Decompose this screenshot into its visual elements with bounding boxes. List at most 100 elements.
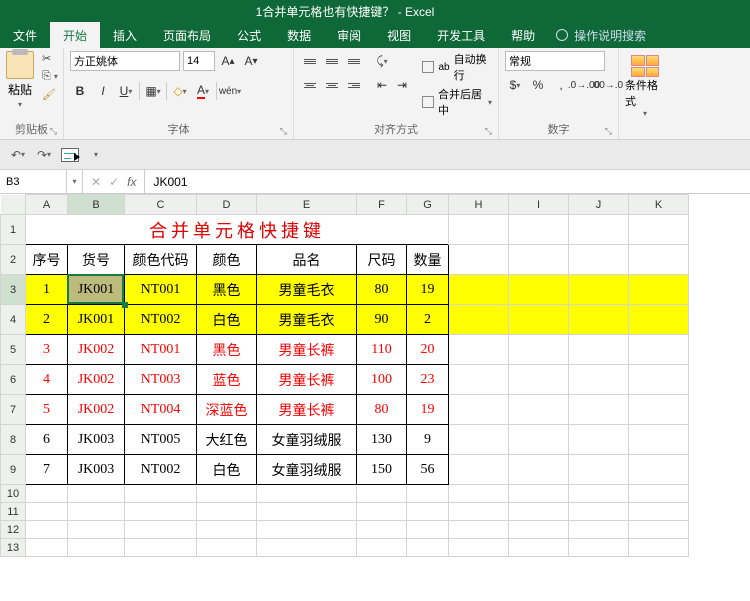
cell[interactable]: 男童毛衣 (257, 305, 357, 335)
col-header-A[interactable]: A (26, 195, 68, 215)
shrink-font-button[interactable]: A▾ (241, 51, 261, 71)
percent-button[interactable]: % (528, 75, 548, 95)
increase-indent-button[interactable]: ⇥ (392, 75, 412, 95)
cell[interactable]: 3 (26, 335, 68, 365)
tab-开发工具[interactable]: 开发工具 (424, 22, 498, 48)
row-header-8[interactable]: 8 (1, 425, 26, 455)
cell[interactable] (197, 503, 257, 521)
cell[interactable]: NT002 (125, 455, 197, 485)
row-header-3[interactable]: 3 (1, 275, 26, 305)
select-all-corner[interactable] (1, 195, 26, 215)
copy-button[interactable]: ⎘▾ (38, 69, 62, 84)
table-header[interactable]: 尺码 (357, 245, 407, 275)
fx-icon[interactable]: fx (127, 175, 136, 189)
align-center-button[interactable] (322, 75, 342, 95)
cell[interactable] (449, 521, 509, 539)
cell[interactable] (509, 521, 569, 539)
bold-button[interactable]: B (70, 81, 90, 101)
cell[interactable] (569, 485, 629, 503)
cell[interactable]: 7 (26, 455, 68, 485)
cell[interactable] (68, 539, 125, 557)
cancel-icon[interactable]: ✕ (91, 175, 101, 189)
row-header-9[interactable]: 9 (1, 455, 26, 485)
tab-公式[interactable]: 公式 (224, 22, 274, 48)
font-color-button[interactable]: A▾ (193, 81, 213, 101)
cell[interactable] (407, 539, 449, 557)
col-header-C[interactable]: C (125, 195, 197, 215)
col-header-H[interactable]: H (449, 195, 509, 215)
orientation-button[interactable]: ⤹▾ (372, 51, 392, 71)
cell[interactable]: 19 (407, 395, 449, 425)
launcher-icon[interactable]: ⤡ (485, 126, 492, 137)
cell[interactable]: 80 (357, 275, 407, 305)
cell[interactable]: 80 (357, 395, 407, 425)
cell[interactable] (125, 521, 197, 539)
cell[interactable]: JK003 (68, 425, 125, 455)
format-painter-button[interactable]: 🖌 (38, 87, 62, 102)
row-header-1[interactable]: 1 (1, 215, 26, 245)
qat-customize-button[interactable]: ▾ (86, 145, 106, 165)
cell[interactable] (407, 503, 449, 521)
number-format-select[interactable] (505, 51, 605, 71)
col-header-D[interactable]: D (197, 195, 257, 215)
cell[interactable]: 大红色 (197, 425, 257, 455)
tab-页面布局[interactable]: 页面布局 (150, 22, 224, 48)
row-header-10[interactable]: 10 (1, 485, 26, 503)
cell[interactable] (68, 485, 125, 503)
cell[interactable] (357, 539, 407, 557)
wrap-text-button[interactable]: ab自动换行 (422, 51, 492, 83)
cell[interactable] (357, 503, 407, 521)
currency-button[interactable]: $▾ (505, 75, 525, 95)
cell[interactable] (509, 485, 569, 503)
table-header[interactable]: 数量 (407, 245, 449, 275)
cell[interactable]: 男童长裤 (257, 395, 357, 425)
cell[interactable]: JK001 (68, 275, 125, 305)
conditional-format-button[interactable]: 条件格式 ▾ (625, 51, 665, 118)
name-box[interactable]: B3 (0, 170, 67, 193)
tab-插入[interactable]: 插入 (100, 22, 150, 48)
cell[interactable] (257, 485, 357, 503)
cell[interactable] (197, 485, 257, 503)
cell[interactable]: 黑色 (197, 335, 257, 365)
tab-审阅[interactable]: 审阅 (324, 22, 374, 48)
cell[interactable]: 19 (407, 275, 449, 305)
cell[interactable] (449, 485, 509, 503)
cell[interactable]: 白色 (197, 455, 257, 485)
cell[interactable] (125, 539, 197, 557)
phonetic-button[interactable]: wén▾ (220, 81, 240, 101)
cell[interactable]: 130 (357, 425, 407, 455)
decrease-indent-button[interactable]: ⇤ (372, 75, 392, 95)
tab-数据[interactable]: 数据 (274, 22, 324, 48)
launcher-icon[interactable]: ⤡ (605, 126, 612, 137)
align-bottom-button[interactable] (344, 51, 364, 71)
fill-color-button[interactable]: ◇▾ (170, 81, 190, 101)
cell[interactable]: NT003 (125, 365, 197, 395)
cell[interactable]: 2 (26, 305, 68, 335)
align-middle-button[interactable] (322, 51, 342, 71)
cell[interactable] (197, 539, 257, 557)
underline-button[interactable]: U▾ (116, 81, 136, 101)
cut-button[interactable]: ✂ (38, 51, 62, 66)
cell[interactable]: JK003 (68, 455, 125, 485)
cell[interactable]: 1 (26, 275, 68, 305)
cell[interactable]: NT004 (125, 395, 197, 425)
cell[interactable] (449, 503, 509, 521)
cell[interactable] (449, 539, 509, 557)
row-header-6[interactable]: 6 (1, 365, 26, 395)
cell[interactable]: 20 (407, 335, 449, 365)
row-header-7[interactable]: 7 (1, 395, 26, 425)
cell[interactable]: 9 (407, 425, 449, 455)
decrease-decimal-button[interactable]: .00→.0 (597, 75, 617, 95)
cell[interactable]: 女童羽绒服 (257, 455, 357, 485)
cell[interactable]: 黑色 (197, 275, 257, 305)
cell[interactable]: 56 (407, 455, 449, 485)
name-box-dropdown[interactable]: ▾ (67, 170, 83, 193)
cell[interactable]: NT002 (125, 305, 197, 335)
tab-开始[interactable]: 开始 (50, 22, 100, 48)
cell[interactable]: 白色 (197, 305, 257, 335)
table-header[interactable]: 颜色代码 (125, 245, 197, 275)
cell[interactable] (357, 521, 407, 539)
cell[interactable] (26, 485, 68, 503)
cell[interactable]: 150 (357, 455, 407, 485)
cell[interactable] (26, 503, 68, 521)
